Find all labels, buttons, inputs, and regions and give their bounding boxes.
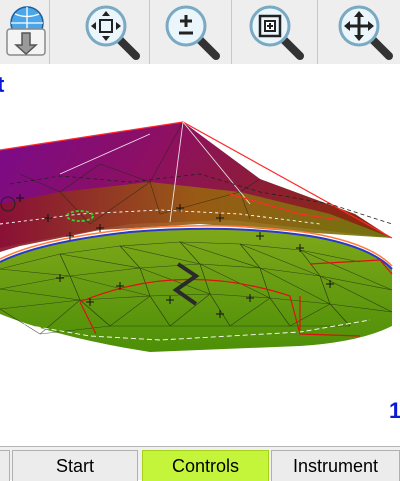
model-viewport[interactable]: t 1 — [0, 64, 400, 446]
pan-arrows-magnifier-icon — [338, 5, 393, 60]
tab-bar: Start Controls Instrument — [0, 446, 400, 481]
zoom-extents-magnifier-icon — [85, 5, 140, 60]
globe-down-arrow-icon — [6, 6, 46, 56]
tab-previous[interactable] — [0, 450, 10, 481]
tab-start[interactable]: Start — [12, 450, 138, 481]
zoom-in-out-button[interactable] — [152, 0, 232, 64]
tab-controls[interactable]: Controls — [142, 450, 269, 481]
zoom-plus-minus-magnifier-icon — [165, 5, 220, 60]
import-globe-button[interactable] — [0, 0, 50, 64]
toolbar — [0, 0, 400, 65]
view-corner-label-top-left: t — [0, 72, 5, 97]
zoom-window-button[interactable] — [234, 0, 318, 64]
zoom-extents-button[interactable] — [74, 0, 150, 64]
zoom-window-magnifier-icon — [249, 5, 304, 60]
terrain-surface-model — [0, 121, 393, 352]
pan-button[interactable] — [320, 0, 400, 64]
tab-instrument[interactable]: Instrument — [271, 450, 400, 481]
view-corner-label-bottom-right: 1 — [389, 398, 400, 423]
